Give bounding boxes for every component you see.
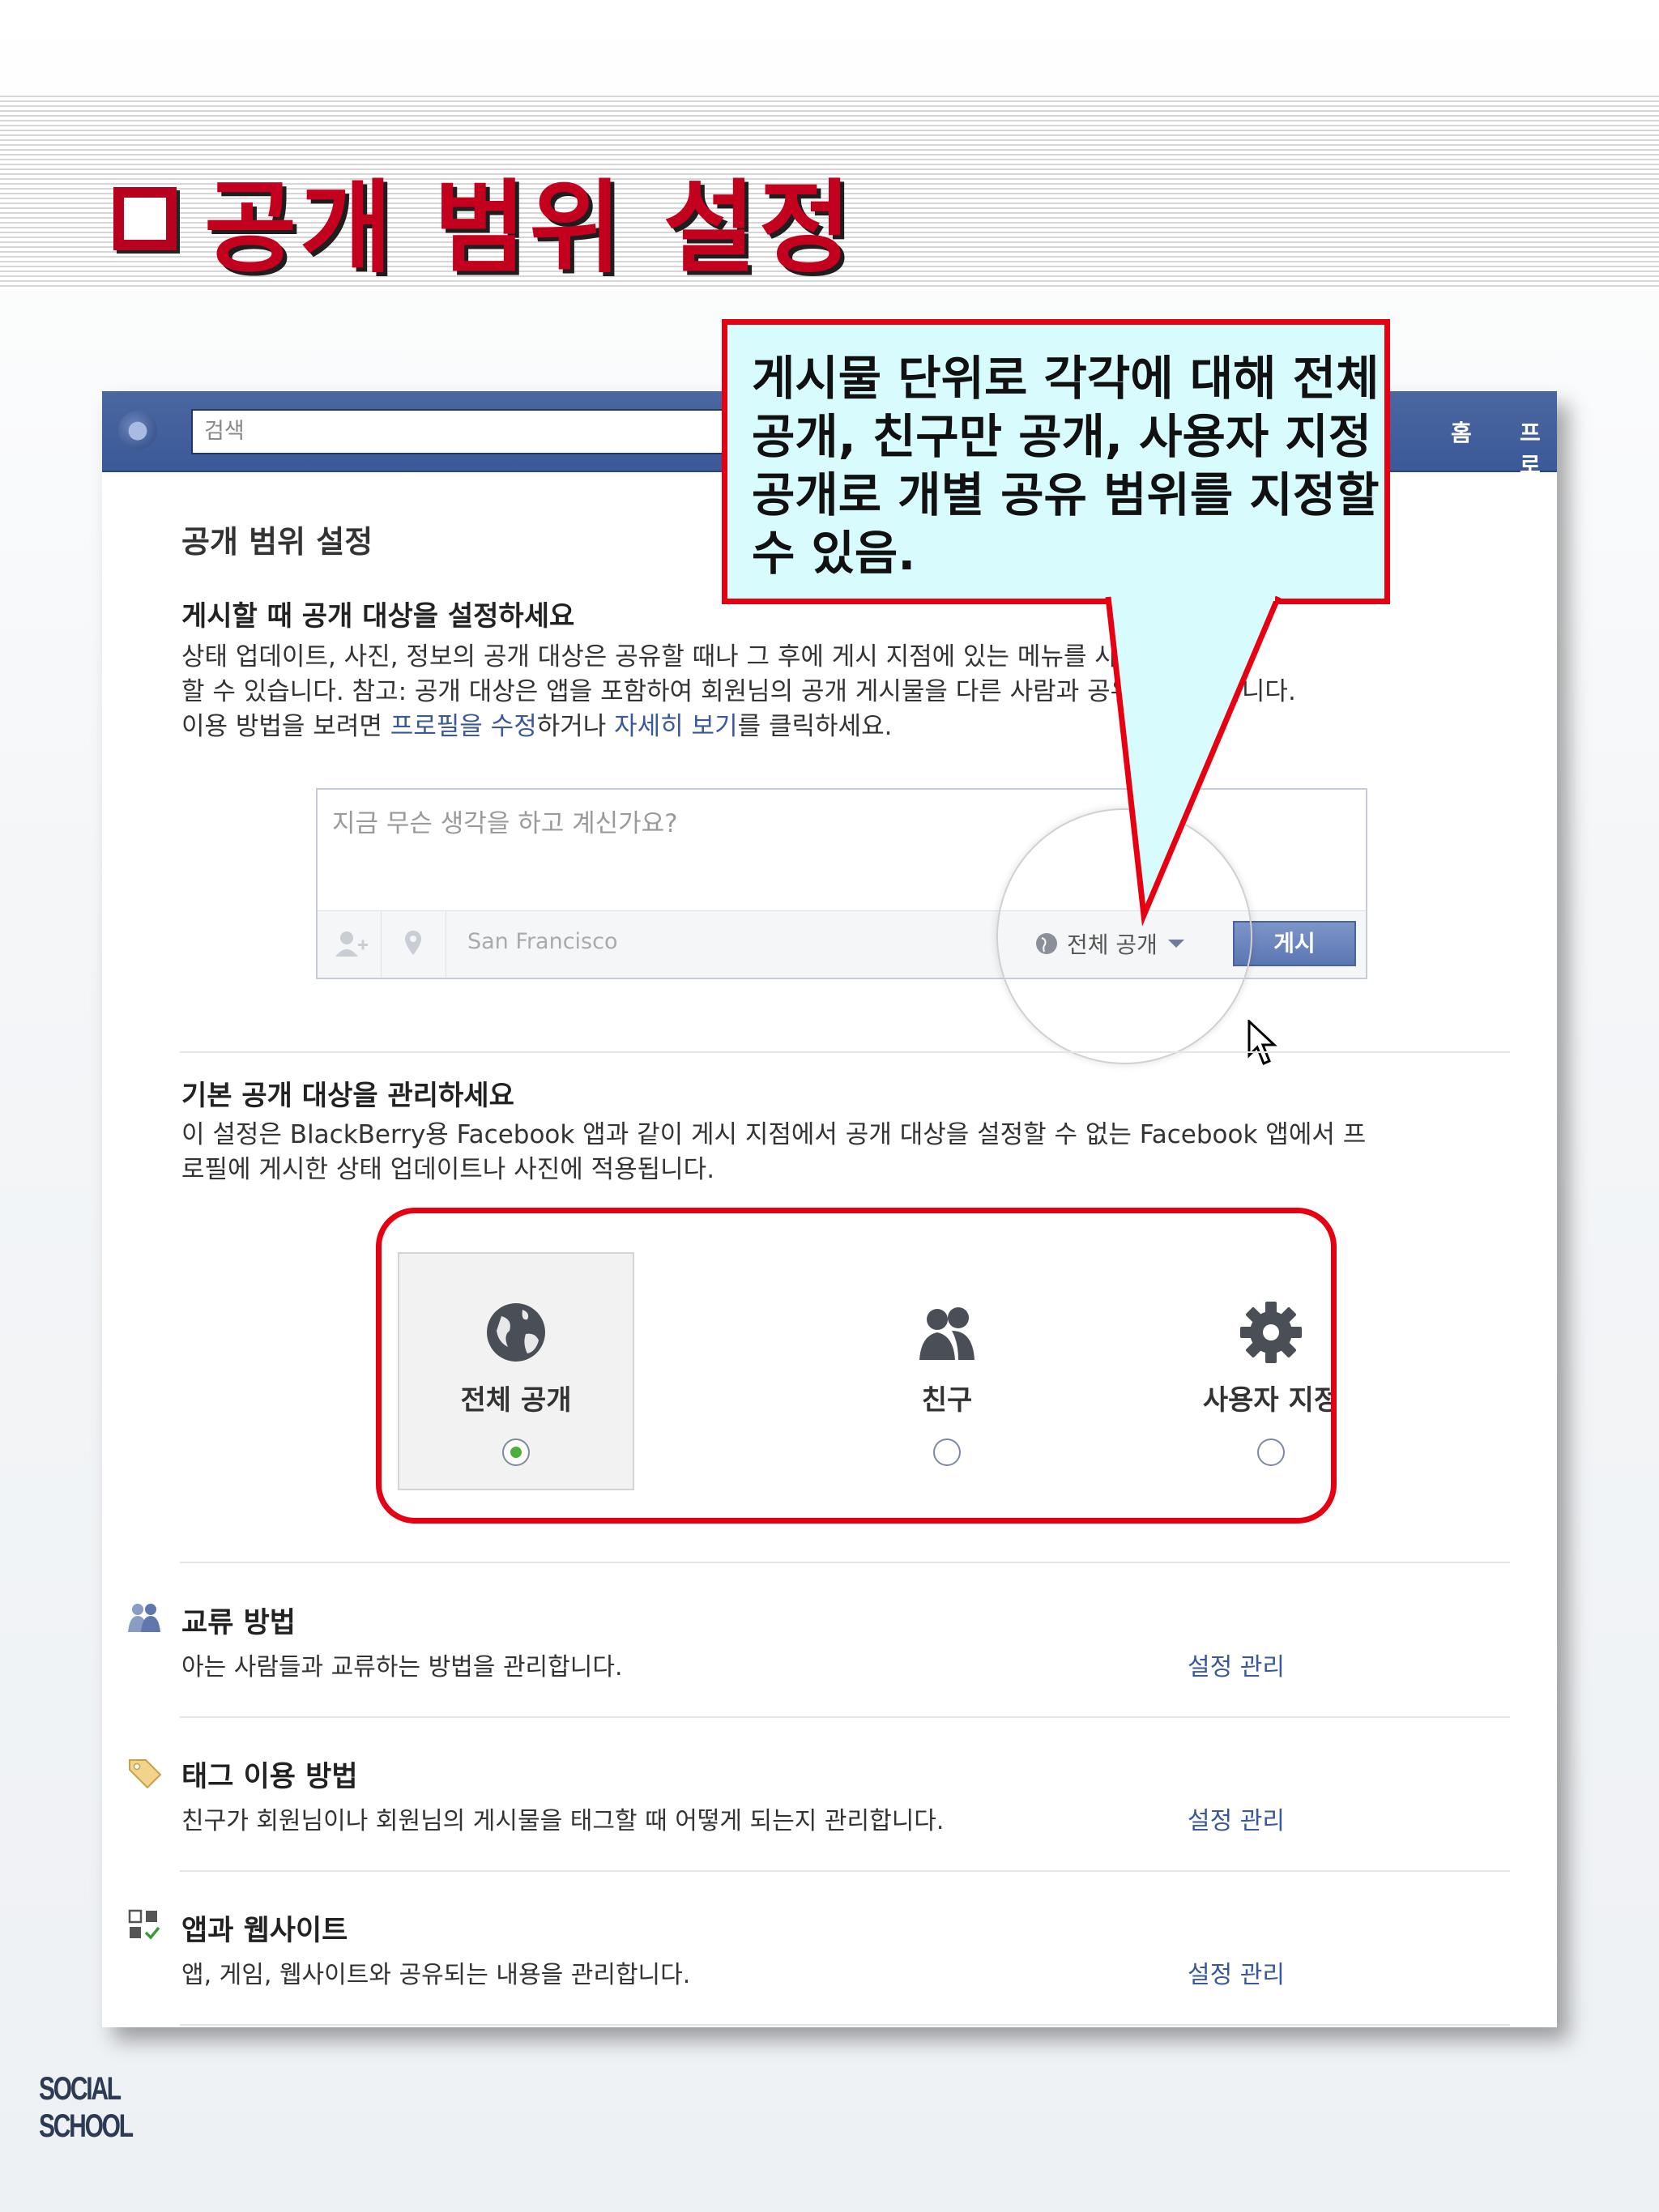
section-divider: [180, 1870, 1510, 1872]
slide-title: 공개 범위 설정: [204, 170, 855, 287]
section-divider: [180, 1051, 1510, 1053]
learn-more-link[interactable]: 자세히 보기: [614, 712, 737, 741]
desc-line: 이용 방법을 보려면 프로필을 수정하거나 자세히 보기를 클릭하세요.: [181, 710, 1557, 744]
settings-title: 교류 방법: [181, 1607, 296, 1639]
add-person-icon: [335, 931, 368, 957]
desc-text: 를 클릭하세요.: [737, 712, 893, 741]
settings-description: 친구가 회원님이나 회원님의 게시물을 태그할 때 어떻게 되는지 관리합니다.: [181, 1807, 945, 1835]
location-text: San Francisco: [467, 929, 618, 954]
mouse-cursor-icon: [1247, 1020, 1277, 1065]
location-pin-icon: [405, 931, 421, 955]
facebook-globe-logo-icon[interactable]: ●: [118, 411, 157, 450]
checkbox-bullet-icon: [113, 187, 177, 250]
apps-icon: [128, 1909, 160, 1940]
edit-settings-link[interactable]: 설정 관리: [1188, 1647, 1285, 1682]
callout-text: 게시물 단위로 각각에 대해 전체공개, 친구만 공개, 사용자 지정 공개로 …: [752, 351, 1380, 581]
location-button[interactable]: [381, 911, 446, 978]
desc-text: 이용 방법을 보려면: [181, 712, 390, 741]
edit-settings-link[interactable]: 설정 관리: [1188, 1801, 1285, 1836]
tag-icon: [129, 1759, 162, 1789]
section-default-title: 기본 공개 대상을 관리하세요: [181, 1080, 514, 1112]
magnifier-highlight: [996, 808, 1252, 1064]
nav-profile-link[interactable]: 프로: [1520, 416, 1557, 480]
nav-home-link[interactable]: 홈: [1451, 416, 1472, 448]
slide-title-row: 공개 범위 설정: [113, 162, 855, 287]
people-icon: [128, 1604, 160, 1632]
edit-profile-link[interactable]: 프로필을 수정: [390, 712, 537, 741]
settings-title: 태그 이용 방법: [181, 1761, 358, 1793]
desc-line: 상태 업데이트, 사진, 정보의 공개 대상은 공유할 때나 그 후에 게시 지…: [181, 642, 1242, 671]
section-divider: [180, 2024, 1510, 2026]
desc-line: 할 수 있습니다. 참고: 공개 대상은 앱을 포함하여 회원님의 공개 게시물…: [181, 677, 1296, 706]
settings-title: 앱과 웹사이트: [181, 1915, 348, 1947]
section-divider: [180, 1562, 1510, 1563]
desc-line: 이 설정은 BlackBerry용 Facebook 앱과 같이 게시 지점에서…: [181, 1120, 1367, 1149]
section-posting-title: 게시할 때 공개 대상을 설정하세요: [181, 600, 575, 633]
desc-text: 하거나: [536, 712, 615, 741]
search-input[interactable]: 검색: [191, 409, 758, 454]
settings-description: 앱, 게임, 웹사이트와 공유되는 내용을 관리합니다.: [181, 1961, 691, 1989]
section-default-description: 이 설정은 BlackBerry용 Facebook 앱과 같이 게시 지점에서…: [181, 1118, 1557, 1187]
social-school-logo: SOCIAL SCHOOL: [39, 2071, 134, 2144]
desc-line: 로필에 게시한 상태 업데이트나 사진에 적용됩니다.: [181, 1155, 715, 1184]
tag-friends-button[interactable]: [318, 911, 382, 978]
privacy-options-highlight: [376, 1208, 1337, 1524]
section-divider: [180, 1716, 1510, 1718]
status-input[interactable]: 지금 무슨 생각을 하고 계신가요?: [332, 803, 678, 839]
callout-bubble: 게시물 단위로 각각에 대해 전체공개, 친구만 공개, 사용자 지정 공개로 …: [722, 319, 1390, 604]
section-posting-description: 상태 업데이트, 사진, 정보의 공개 대상은 공유할 때나 그 후에 게시 지…: [181, 640, 1557, 744]
page-title: 공개 범위 설정: [181, 524, 373, 560]
edit-settings-link[interactable]: 설정 관리: [1188, 1954, 1285, 1990]
settings-description: 아는 사람들과 교류하는 방법을 관리합니다.: [181, 1653, 623, 1681]
